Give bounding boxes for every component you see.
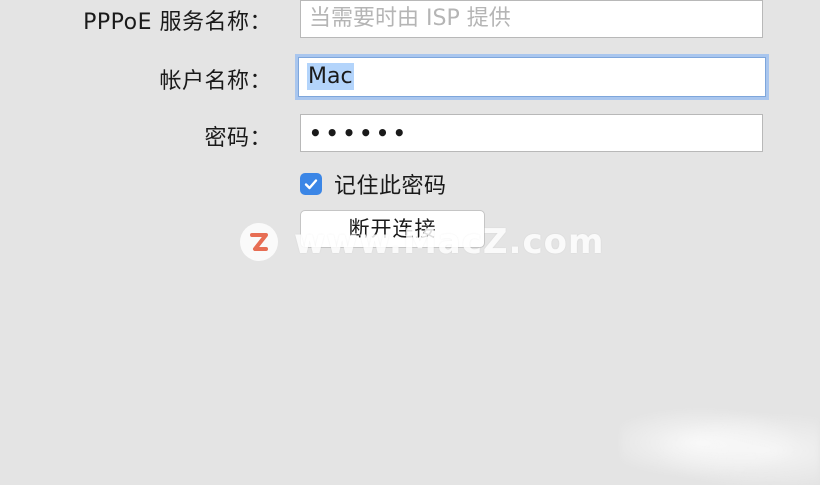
- network-settings-panel: PPPoE 服务名称： 当需要时由 ISP 提供 帐户名称： Mac 密码： •…: [0, 0, 820, 485]
- remember-password-label: 记住此密码: [334, 174, 447, 199]
- watermark-text: www.MacZ.com: [294, 222, 605, 262]
- password-input[interactable]: ••••••: [300, 114, 763, 152]
- pppoe-service-input[interactable]: 当需要时由 ISP 提供: [300, 0, 763, 38]
- account-name-input[interactable]: Mac: [298, 57, 766, 97]
- pppoe-service-placeholder: 当需要时由 ISP 提供: [309, 6, 511, 31]
- pppoe-service-label: PPPoE 服务名称：: [83, 10, 272, 35]
- blurred-corner-artifact: [620, 400, 820, 485]
- remember-password-row[interactable]: 记住此密码: [300, 170, 447, 199]
- watermark: www.MacZ.com: [240, 222, 604, 262]
- password-value: ••••••: [309, 121, 410, 145]
- checkmark-icon: [304, 179, 318, 190]
- macz-logo-icon: [240, 223, 278, 261]
- account-name-label: 帐户名称：: [159, 69, 272, 94]
- account-name-value: Mac: [307, 63, 354, 90]
- remember-password-checkbox[interactable]: [300, 173, 322, 195]
- password-label: 密码：: [204, 126, 272, 151]
